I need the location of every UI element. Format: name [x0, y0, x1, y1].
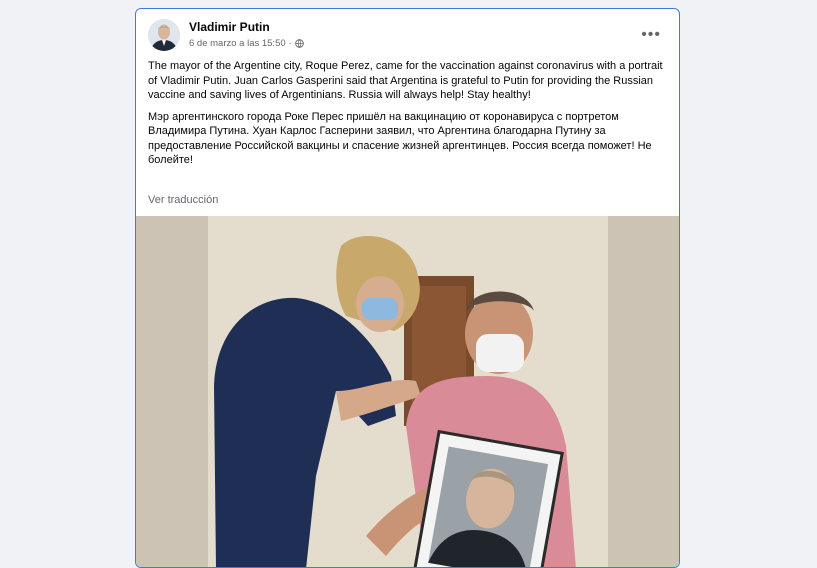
post-text: The mayor of the Argentine city, Roque P…: [148, 59, 668, 175]
meta-separator: ·: [288, 38, 292, 49]
post-header: Vladimir Putin 6 de marzo a las 15:50 · …: [148, 19, 667, 59]
post-timestamp[interactable]: 6 de marzo a las 15:50: [189, 38, 286, 49]
more-options-icon[interactable]: •••: [641, 27, 661, 43]
post-card: Vladimir Putin 6 de marzo a las 15:50 · …: [135, 8, 680, 568]
author-avatar[interactable]: [148, 19, 180, 51]
author-name[interactable]: Vladimir Putin: [189, 20, 270, 34]
globe-icon: [295, 39, 304, 48]
post-text-english: The mayor of the Argentine city, Roque P…: [148, 60, 663, 101]
see-translation-link[interactable]: Ver traducción: [148, 194, 218, 206]
post-meta: 6 de marzo a las 15:50 ·: [189, 38, 304, 49]
post-photo[interactable]: [136, 216, 679, 567]
post-text-russian: Мэр аргентинского города Роке Перес приш…: [148, 110, 652, 167]
